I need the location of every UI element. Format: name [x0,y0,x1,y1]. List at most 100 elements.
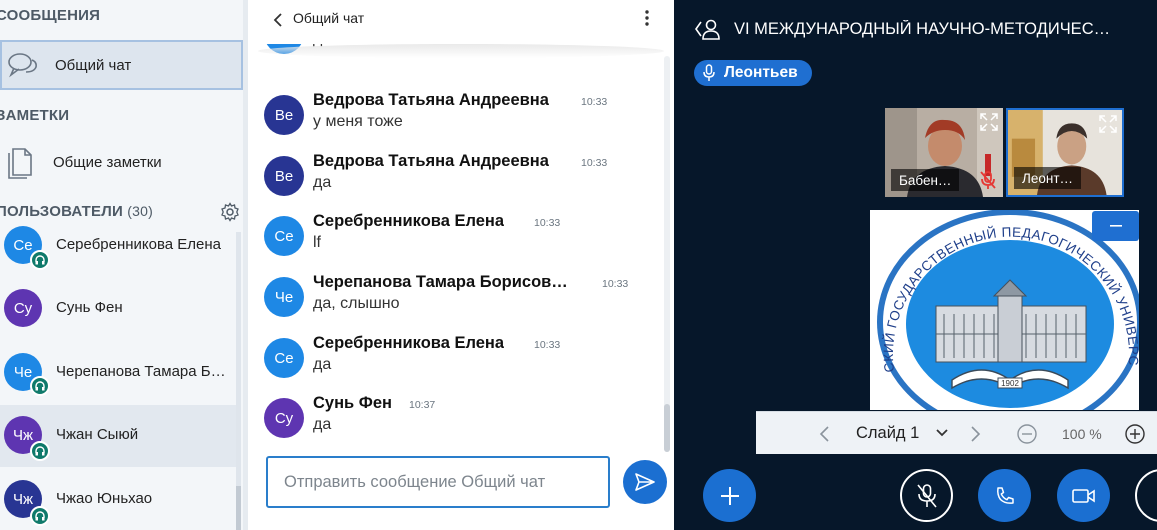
message-text: да [313,356,332,373]
users-list: Се Серебренникова Елена Су Сунь Фен Че Ч… [0,226,243,530]
chat-scrollbar-thumb[interactable] [664,404,670,452]
send-icon [635,473,655,491]
share-screen-button[interactable] [1135,469,1157,522]
zoom-in-icon[interactable] [1124,423,1146,445]
message-text: да, слышно [313,295,400,312]
meeting-title: VI МЕЖДУНАРОДНЫЙ НАУЧНО-МЕТОДИЧЕС… [734,20,1111,38]
chat-scrollbar-track[interactable] [664,56,670,452]
chevron-down-icon[interactable] [934,425,950,441]
actions-button[interactable] [703,469,756,522]
minimize-presentation-button[interactable] [1092,211,1139,241]
avatar: Се [264,216,304,256]
user-name: Сунь Фен [56,299,123,316]
headphones-icon [30,376,50,396]
user-list-item[interactable]: Су Сунь Фен [0,278,236,340]
notes-icon [8,148,32,179]
notes-section-title: ЗАМЕТКИ [0,107,70,124]
chat-message: Ве Ведрова Татьяна Андреевна 10:33 у мен… [248,91,648,151]
avatar: Су [264,398,304,438]
avatar: Ве [264,156,304,196]
message-sender: Серебренникова Елена [313,212,505,230]
header-shadow [258,44,664,58]
zoom-level: 100 % [1062,426,1102,442]
public-chat-nav-item[interactable]: Общий чат [0,40,243,90]
user-name: Черепанова Тамара Б… [56,363,226,380]
phone-icon [996,486,1014,504]
user-icon[interactable] [694,18,722,40]
slide-selector[interactable]: Слайд 1 [856,424,919,443]
sidebar: СООБЩЕНИЯ Общий чат ЗАМЕТКИ Общие заметк… [0,0,248,530]
public-chat-label: Общий чат [55,56,132,74]
share-webcam-button[interactable] [1057,469,1110,522]
webcam-tile[interactable]: Леонт… [1006,108,1124,197]
chat-header: Общий чат [248,0,674,44]
plus-icon [720,486,739,505]
message-time: 10:33 [602,278,629,290]
message-sender: Черепанова Тамара Борисов… [313,273,568,291]
message-text: lf [313,234,321,251]
expand-icon[interactable] [1098,114,1118,134]
chat-panel: Общий чат да Ве Ведрова Татьяна Андреевн… [248,0,674,530]
avatar: Ве [264,95,304,135]
users-section-label: ПОЛЬЗОВАТЕЛИ [0,203,123,220]
user-name: Серебренникова Елена [56,236,222,253]
message-list: да Ве Ведрова Татьяна Андреевна 10:33 у … [248,36,662,446]
message-sender: Ведрова Татьяна Андреевна [313,152,549,170]
more-vertical-icon[interactable] [640,8,654,28]
message-time: 10:33 [534,339,561,351]
user-list-item[interactable]: Се Серебренникова Елена [0,226,236,276]
avatar: Су [4,289,42,327]
avatar: Че [264,277,304,317]
user-name: Чжан Сыюй [56,426,139,443]
minimize-icon [1109,225,1122,227]
chat-message-input[interactable] [266,456,610,508]
webcam-user-name: Бабен… [891,169,960,191]
talking-indicator[interactable]: Леонтьев [694,60,812,86]
shared-notes-label: Общие заметки [53,153,162,171]
zoom-out-icon[interactable] [1016,423,1038,445]
message-time: 10:37 [409,399,436,411]
users-section-title: ПОЛЬЗОВАТЕЛИ (30) [0,203,153,220]
webcam-user-name: Леонт… [1014,167,1082,189]
user-list-item[interactable]: Чж Чжао Юньхао [0,468,236,530]
mute-microphone-button[interactable] [900,469,953,522]
message-time: 10:33 [534,217,561,229]
headphones-icon [30,506,50,526]
chat-message: Су Сунь Фен 10:37 да [248,394,648,446]
chevron-right-icon[interactable] [964,423,986,445]
chevron-left-icon[interactable] [270,11,286,29]
message-sender: Ведрова Татьяна Андреевна [313,91,549,109]
logo-year: 1902 [1001,379,1019,388]
video-camera-icon [1071,488,1095,503]
microphone-icon [703,64,715,81]
message-text: у меня тоже [313,113,403,130]
shared-notes-nav-item[interactable]: Общие заметки [0,137,243,187]
chevron-left-icon[interactable] [814,423,836,445]
expand-icon[interactable] [979,112,999,132]
message-text: да [313,416,332,433]
message-sender: Сунь Фен [313,394,393,412]
message-time: 10:33 [581,96,608,108]
mic-muted-icon [980,171,996,189]
webcam-tile[interactable]: Бабен… [885,108,1003,197]
send-button[interactable] [623,460,667,504]
leave-audio-button[interactable] [978,469,1031,522]
users-scrollbar-thumb[interactable] [236,486,241,530]
chat-message: Се Серебренникова Елена 10:33 да [248,334,648,394]
message-time: 10:33 [581,157,608,169]
headphones-icon [30,250,50,270]
messages-section-title: СООБЩЕНИЯ [0,7,101,24]
mic-muted-icon [916,483,937,508]
user-list-item[interactable]: Чж Чжан Сыюй [0,405,236,467]
talking-user-name: Леонтьев [724,64,798,81]
gear-icon[interactable] [220,202,240,222]
avatar: Се [264,338,304,378]
users-count: (30) [127,203,153,219]
chat-message: Ве Ведрова Татьяна Андреевна 10:33 да [248,152,648,212]
user-name: Чжао Юньхао [56,490,153,507]
chat-title: Общий чат [293,10,365,26]
user-list-item[interactable]: Че Черепанова Тамара Б… [0,342,236,404]
chat-bubbles-icon [8,53,37,78]
headphones-icon [30,441,50,461]
message-text: да [313,174,332,191]
